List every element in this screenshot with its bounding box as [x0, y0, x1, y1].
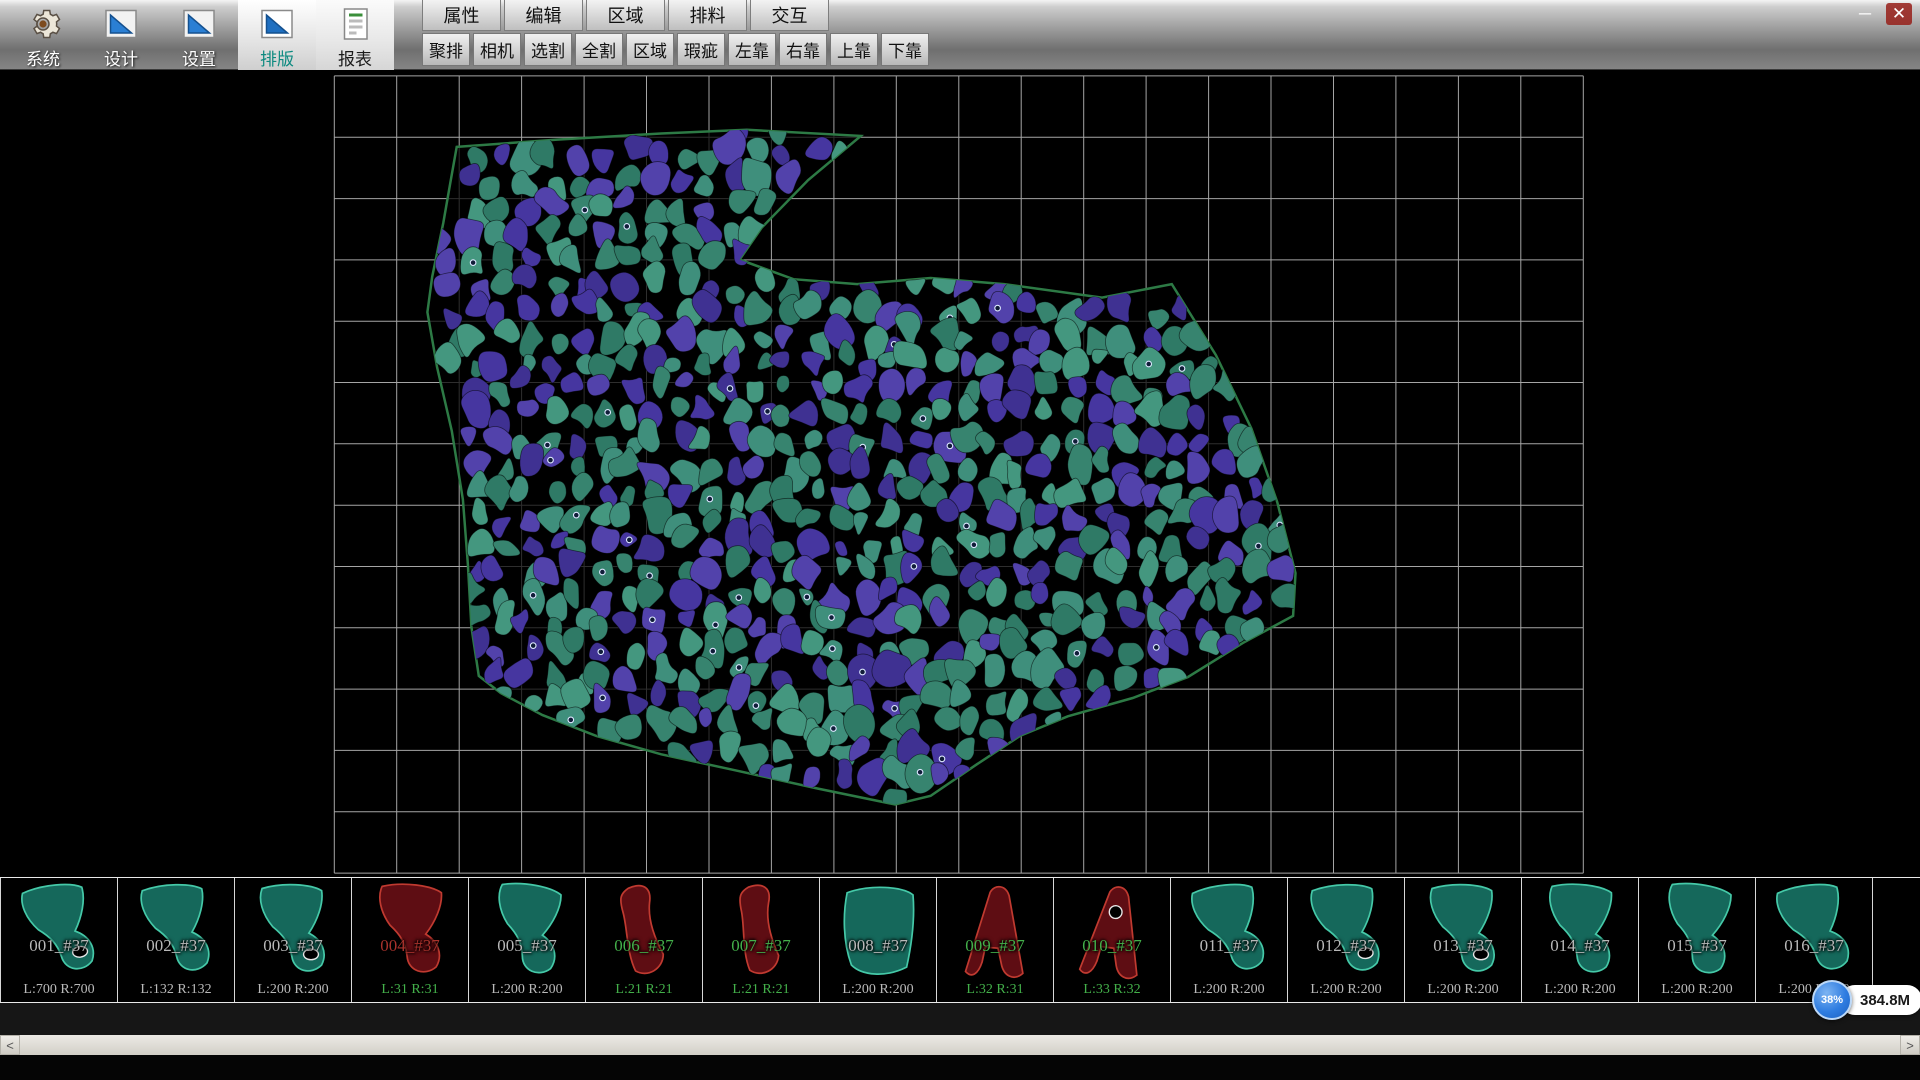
- toolbar-item-label: 系统: [26, 45, 60, 70]
- piece-counts: L:200 R:200: [1639, 982, 1755, 998]
- piece-shape: [1181, 880, 1279, 982]
- progress-percent-badge: 38%: [1812, 980, 1852, 1020]
- report-icon: [335, 4, 375, 44]
- tool-button-align-right[interactable]: 右靠: [779, 33, 827, 66]
- piece-shape: [1298, 880, 1396, 982]
- piece-shape: [713, 880, 811, 982]
- piece-shape: [1064, 880, 1162, 982]
- tool-button-align-bottom[interactable]: 下靠: [881, 33, 929, 66]
- piece-shape: [596, 880, 694, 982]
- piece-counts: L:32 R:31: [937, 982, 1053, 998]
- piece-counts: L:200 R:200: [1405, 982, 1521, 998]
- toolbar-item-label: 设置: [182, 45, 216, 70]
- piece-counts: L:21 R:21: [703, 982, 819, 998]
- toolbar-item-system[interactable]: 系统: [4, 0, 82, 70]
- progress-indicator: 38% 384.8M: [1812, 980, 1920, 1020]
- close-button[interactable]: ✕: [1886, 3, 1912, 25]
- piece-thumbnail-008_#37[interactable]: 008_#37L:200 R:200: [819, 878, 937, 1002]
- toolbar-item-settings[interactable]: 设置: [160, 0, 238, 70]
- piece-shape: [479, 880, 577, 982]
- piece-thumbnail-012_#37[interactable]: 012_#37L:200 R:200: [1287, 878, 1405, 1002]
- app-toolbar: 系统 设计 设置 排版 报表: [4, 0, 394, 70]
- toolbar-item-nesting[interactable]: 排版: [238, 0, 316, 70]
- tool-button-cluster-nest[interactable]: 聚排: [422, 33, 470, 66]
- piece-shape: [362, 880, 460, 982]
- piece-thumbnail-002_#37[interactable]: 002_#37L:132 R:132: [117, 878, 235, 1002]
- piece-counts: L:200 R:200: [1522, 982, 1638, 998]
- horizontal-scrollbar[interactable]: < >: [0, 1035, 1920, 1055]
- piece-shape: [1532, 880, 1630, 982]
- tool-button-select-cut[interactable]: 选割: [524, 33, 572, 66]
- piece-shape: [830, 880, 928, 982]
- scroll-right-button[interactable]: >: [1900, 1035, 1920, 1055]
- memory-usage: 384.8M: [1840, 985, 1920, 1015]
- menu-area: 属性 编辑 区域 排料 交互 聚排 相机 选割 全割 区域 瑕疵 左靠 右靠 上…: [422, 0, 929, 66]
- menu-tab-edit[interactable]: 编辑: [504, 0, 583, 31]
- piece-shape: [1649, 880, 1747, 982]
- piece-shape: [128, 880, 226, 982]
- piece-counts: L:200 R:200: [820, 982, 936, 998]
- piece-thumbnail-003_#37[interactable]: 003_#37L:200 R:200: [234, 878, 352, 1002]
- piece-thumbnail-001_#37[interactable]: 001_#37L:700 R:700: [0, 878, 118, 1002]
- tool-button-align-left[interactable]: 左靠: [728, 33, 776, 66]
- piece-counts: L:132 R:132: [118, 982, 234, 998]
- menu-tab-properties[interactable]: 属性: [422, 0, 501, 31]
- system-gear-icon: [23, 4, 63, 44]
- minimize-button[interactable]: ─: [1852, 3, 1878, 25]
- piece-thumbnail-009_#37[interactable]: 009_#37L:32 R:31: [936, 878, 1054, 1002]
- nesting-svg: [0, 70, 1920, 877]
- piece-shape: [947, 880, 1045, 982]
- piece-counts: L:200 R:200: [1288, 982, 1404, 998]
- nesting-ruler-icon: [257, 4, 297, 44]
- piece-counts: L:700 R:700: [1, 982, 117, 998]
- piece-counts: L:21 R:21: [586, 982, 702, 998]
- tool-button-row: 聚排 相机 选割 全割 区域 瑕疵 左靠 右靠 上靠 下靠: [422, 33, 929, 66]
- strip-gap: [0, 1003, 1920, 1035]
- menu-tab-row: 属性 编辑 区域 排料 交互: [422, 0, 929, 31]
- tool-button-camera[interactable]: 相机: [473, 33, 521, 66]
- toolbar-item-label: 排版: [260, 45, 294, 70]
- scroll-left-button[interactable]: <: [0, 1035, 20, 1055]
- settings-ruler-icon: [179, 4, 219, 44]
- piece-thumbnail-014_#37[interactable]: 014_#37L:200 R:200: [1521, 878, 1639, 1002]
- piece-thumbnail-013_#37[interactable]: 013_#37L:200 R:200: [1404, 878, 1522, 1002]
- piece-shape: [11, 880, 109, 982]
- piece-thumbnail-006_#37[interactable]: 006_#37L:21 R:21: [585, 878, 703, 1002]
- piece-counts: L:33 R:32: [1054, 982, 1170, 998]
- piece-counts: L:200 R:200: [1171, 982, 1287, 998]
- menu-tab-nesting[interactable]: 排料: [668, 0, 747, 31]
- nesting-canvas[interactable]: [0, 70, 1920, 877]
- tool-button-cut-all[interactable]: 全割: [575, 33, 623, 66]
- design-ruler-icon: [101, 4, 141, 44]
- toolbar-item-label: 报表: [338, 45, 372, 70]
- piece-thumbnail-015_#37[interactable]: 015_#37L:200 R:200: [1638, 878, 1756, 1002]
- piece-thumbnail-004_#37[interactable]: 004_#37L:31 R:31: [351, 878, 469, 1002]
- tool-button-region[interactable]: 区域: [626, 33, 674, 66]
- toolbar-item-report[interactable]: 报表: [316, 0, 394, 70]
- piece-thumbnail-005_#37[interactable]: 005_#37L:200 R:200: [468, 878, 586, 1002]
- piece-counts: L:200 R:200: [235, 982, 351, 998]
- piece-thumbnail-010_#37[interactable]: 010_#37L:33 R:32: [1053, 878, 1171, 1002]
- piece-strip: 001_#37L:700 R:700002_#37L:132 R:132003_…: [0, 877, 1920, 1003]
- toolbar-item-label: 设计: [104, 45, 138, 70]
- piece-counts: L:200 R:200: [469, 982, 585, 998]
- piece-shape: [1415, 880, 1513, 982]
- piece-shape: [245, 880, 343, 982]
- piece-shape: [1766, 880, 1864, 982]
- menu-tab-region[interactable]: 区域: [586, 0, 665, 31]
- toolbar-item-design[interactable]: 设计: [82, 0, 160, 70]
- piece-thumbnail-011_#37[interactable]: 011_#37L:200 R:200: [1170, 878, 1288, 1002]
- menu-tab-interact[interactable]: 交互: [750, 0, 829, 31]
- tool-button-defect[interactable]: 瑕疵: [677, 33, 725, 66]
- window-controls: ─ ✕: [1852, 3, 1912, 25]
- piece-thumbnail-007_#37[interactable]: 007_#37L:21 R:21: [702, 878, 820, 1002]
- toolbar: 系统 设计 设置 排版 报表 属性: [0, 0, 1920, 70]
- piece-counts: L:31 R:31: [352, 982, 468, 998]
- tool-button-align-top[interactable]: 上靠: [830, 33, 878, 66]
